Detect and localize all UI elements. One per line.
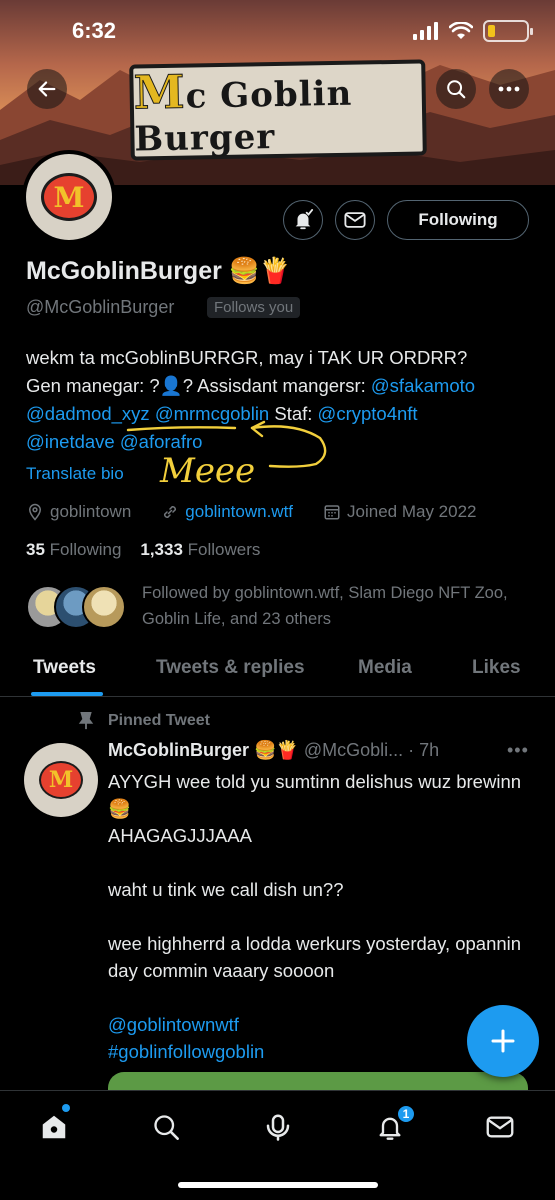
calendar-icon — [324, 505, 340, 520]
nav-messages[interactable] — [482, 1109, 518, 1145]
following-count-link[interactable]: 35 Following — [26, 540, 121, 559]
profile-tabs: Tweets Tweets & replies Media Likes — [0, 645, 555, 697]
mail-icon — [486, 1116, 514, 1138]
notifications-toggle-button[interactable] — [283, 200, 323, 240]
active-tab-indicator — [31, 692, 103, 696]
message-button[interactable] — [335, 200, 375, 240]
tweet-more-button[interactable]: ••• — [507, 740, 529, 761]
nav-home[interactable] — [36, 1109, 72, 1145]
nav-spaces[interactable] — [260, 1109, 296, 1145]
follow-stats: 35 Following 1,333 Followers — [26, 540, 260, 560]
location-pin-icon — [28, 503, 42, 521]
logo-m-icon: M — [41, 173, 97, 221]
notification-count-badge: 1 — [396, 1104, 416, 1124]
banner-logo-sign: Mc Goblin Burger — [129, 59, 427, 161]
tweet-header[interactable]: McGoblinBurger 🍔🍟 @McGobli... · 7h — [108, 740, 439, 761]
annotation-text: Meee — [159, 451, 255, 491]
profile-handle: @McGoblinBurger — [26, 297, 175, 317]
home-icon — [42, 1115, 66, 1139]
profile-website-link[interactable]: goblintown.wtf — [185, 502, 293, 522]
back-button[interactable] — [27, 69, 67, 109]
battery-icon — [483, 20, 533, 42]
more-options-button[interactable] — [489, 69, 529, 109]
home-unread-dot — [62, 1104, 70, 1112]
following-button[interactable]: Following — [387, 200, 529, 240]
followed-by-text[interactable]: Followed by goblintown.wtf, Slam Diego N… — [142, 580, 522, 632]
tweet-author-handle: @McGobli... · 7h — [303, 740, 440, 760]
handwritten-annotation: Meee — [126, 420, 327, 491]
arrow-left-icon — [38, 81, 56, 97]
spaces-microphone-icon — [266, 1114, 290, 1141]
profile-avatar[interactable]: M — [22, 150, 116, 244]
tab-tweets[interactable]: Tweets — [33, 657, 96, 679]
followers-count-link[interactable]: 1,333 Followers — [140, 540, 260, 559]
compose-tweet-button[interactable] — [467, 1005, 539, 1077]
nav-search[interactable] — [148, 1109, 184, 1145]
cellular-signal-icon — [413, 22, 438, 40]
mention-link[interactable]: @goblintownwtf — [108, 1014, 239, 1035]
wifi-icon — [449, 22, 473, 39]
more-icon — [498, 86, 520, 92]
tweet-author-name: McGoblinBurger 🍔🍟 — [108, 740, 299, 760]
profile-joined-date: Joined May 2022 — [347, 502, 477, 521]
status-bar: 6:32 — [0, 0, 555, 62]
bell-check-icon — [295, 209, 314, 230]
tab-tweets-replies[interactable]: Tweets & replies — [156, 657, 305, 679]
search-button[interactable] — [436, 69, 476, 109]
mention-link[interactable]: @inetdave — [26, 431, 115, 452]
banner-logo-text: Mc Goblin Burger — [133, 64, 353, 160]
tweet-author-avatar[interactable]: M — [24, 743, 98, 817]
profile-location: goblintown — [50, 502, 132, 521]
tab-likes[interactable]: Likes — [472, 657, 521, 679]
pin-icon — [78, 712, 94, 730]
avatar — [82, 585, 126, 629]
search-icon — [154, 1115, 179, 1140]
follows-you-badge: Follows you — [207, 297, 301, 318]
profile-meta: goblintown goblintown.wtf Joined May 202… — [26, 502, 477, 522]
mail-icon — [344, 212, 366, 228]
plus-icon — [491, 1029, 515, 1053]
pinned-tweet-label: Pinned Tweet — [78, 712, 210, 730]
home-indicator — [178, 1182, 378, 1188]
status-time: 6:32 — [72, 18, 117, 43]
hashtag-link[interactable]: #goblinfollowgoblin — [108, 1041, 264, 1062]
profile-display-name: McGoblinBurger 🍔🍟 — [26, 257, 292, 285]
logo-m-icon: M — [39, 761, 83, 799]
followed-by-avatars[interactable] — [26, 585, 136, 631]
tab-media[interactable]: Media — [358, 657, 412, 679]
mention-link[interactable]: @sfakamoto — [371, 375, 475, 396]
search-icon — [447, 80, 466, 99]
link-icon — [164, 506, 177, 518]
status-icons — [413, 20, 533, 42]
tweet-text: AYYGH wee told yu sumtinn delishus wuz b… — [108, 771, 522, 1062]
translate-bio-link[interactable]: Translate bio — [26, 464, 124, 484]
